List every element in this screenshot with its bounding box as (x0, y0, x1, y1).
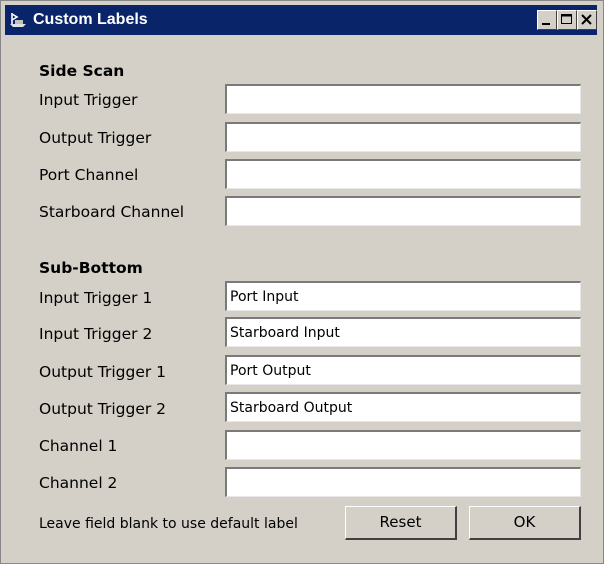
maximize-icon (561, 14, 572, 24)
close-button[interactable] (577, 10, 597, 30)
close-icon (581, 14, 592, 25)
side-scan-port-channel-field[interactable] (225, 159, 581, 189)
side-scan-input-trigger-field[interactable] (225, 84, 581, 114)
side-scan-input-trigger-label: Input Trigger (39, 91, 138, 109)
sub-bottom-output-trigger-1-field[interactable] (225, 355, 581, 385)
side-scan-port-channel-label: Port Channel (39, 166, 139, 184)
sub-bottom-input-trigger-2-field[interactable] (225, 317, 581, 347)
sub-bottom-input-trigger-1-label: Input Trigger 1 (39, 289, 153, 307)
sub-bottom-output-trigger-2-field[interactable] (225, 392, 581, 422)
side-scan-output-trigger-label: Output Trigger (39, 129, 152, 147)
title-bar[interactable]: Custom Labels (5, 5, 597, 35)
custom-labels-dialog: Custom Labels Side Scan Input Trigger Ou… (0, 0, 604, 564)
minimize-button[interactable] (537, 10, 557, 30)
reset-button[interactable]: Reset (345, 506, 457, 540)
sub-bottom-channel-2-field[interactable] (225, 467, 581, 497)
window-title: Custom Labels (33, 11, 148, 28)
sub-bottom-channel-1-label: Channel 1 (39, 437, 118, 455)
sub-bottom-heading: Sub-Bottom (39, 259, 143, 277)
sub-bottom-output-trigger-1-label: Output Trigger 1 (39, 363, 167, 381)
sub-bottom-channel-1-field[interactable] (225, 430, 581, 460)
ok-button[interactable]: OK (469, 506, 581, 540)
sub-bottom-input-trigger-1-field[interactable] (225, 281, 581, 311)
sub-bottom-input-trigger-2-label: Input Trigger 2 (39, 325, 153, 343)
minimize-icon (542, 23, 550, 25)
side-scan-output-trigger-field[interactable] (225, 122, 581, 152)
default-label-hint: Leave field blank to use default label (39, 516, 298, 532)
sub-bottom-output-trigger-2-label: Output Trigger 2 (39, 400, 167, 418)
ship-icon (9, 11, 27, 29)
side-scan-starboard-channel-field[interactable] (225, 196, 581, 226)
side-scan-heading: Side Scan (39, 62, 125, 80)
maximize-button[interactable] (557, 10, 577, 30)
sub-bottom-channel-2-label: Channel 2 (39, 474, 118, 492)
side-scan-starboard-channel-label: Starboard Channel (39, 203, 185, 221)
